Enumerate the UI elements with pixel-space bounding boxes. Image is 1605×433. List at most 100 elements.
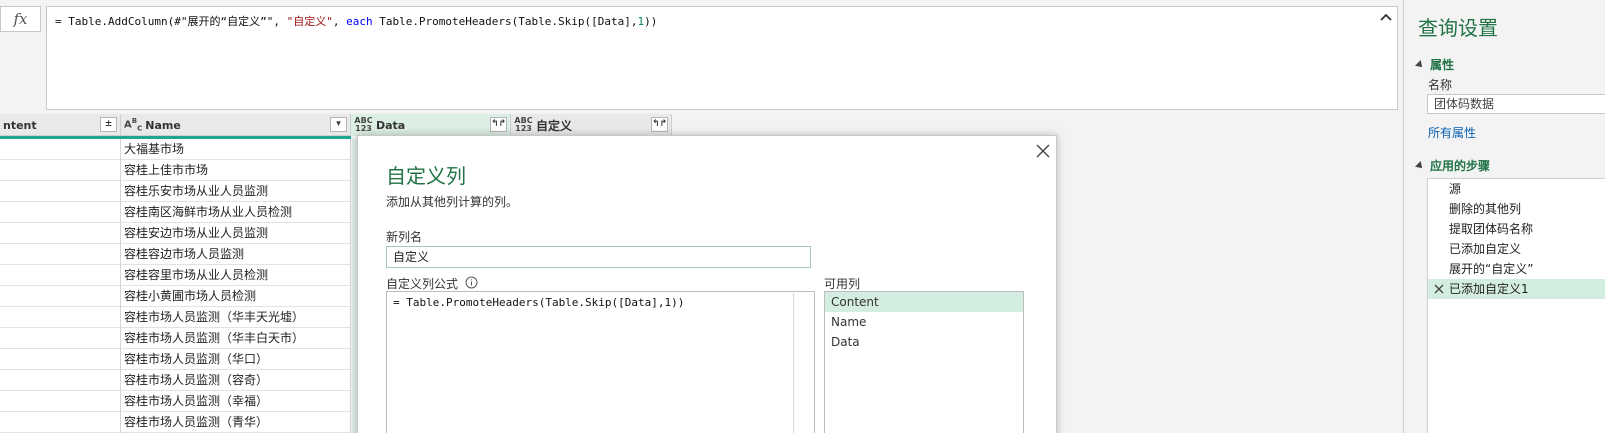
- delete-step-icon[interactable]: [1433, 283, 1445, 295]
- table-row[interactable]: 容桂市场人员监测（华丰白天市）: [0, 328, 351, 349]
- text-type-icon[interactable]: ABC: [124, 117, 142, 132]
- close-icon[interactable]: [1034, 142, 1052, 160]
- table-cell[interactable]: 容桂市场人员监测（幸福）: [121, 391, 351, 412]
- table-row[interactable]: 大福基市场: [0, 139, 351, 160]
- table-cell[interactable]: 容桂市场人员监测（华丰天光墟）: [121, 307, 351, 328]
- table-cell[interactable]: [0, 349, 121, 370]
- table-cell[interactable]: 容桂小黄圃市场人员检测: [121, 286, 351, 307]
- table-cell[interactable]: [0, 181, 121, 202]
- table-cell[interactable]: [0, 223, 121, 244]
- formula-token-string: "自定义": [286, 15, 333, 28]
- table-cell[interactable]: 容桂市场人员监测（华口）: [121, 349, 351, 370]
- collapse-triangle-icon[interactable]: [1415, 59, 1425, 70]
- table-cell[interactable]: [0, 286, 121, 307]
- expand-table-icon[interactable]: ±: [100, 117, 117, 132]
- applied-step[interactable]: 源: [1428, 179, 1605, 199]
- any-type-icon[interactable]: ABC 123: [354, 117, 373, 133]
- column-header-name[interactable]: ABC Name ▾: [121, 114, 351, 136]
- table-cell[interactable]: 容桂容边市场人员监测: [121, 244, 351, 265]
- formula-label: 自定义列公式: [386, 277, 459, 291]
- table-cell[interactable]: [0, 160, 121, 181]
- formula-token: = Table.AddColumn(#"展开的“自定义”",: [55, 15, 287, 28]
- applied-step[interactable]: 展开的“自定义”: [1428, 259, 1605, 279]
- column-header-label: 自定义: [536, 118, 573, 133]
- table-cell[interactable]: 容桂上佳市市场: [121, 160, 351, 181]
- table-row[interactable]: 容桂市场人员监测（华口）: [0, 349, 351, 370]
- table-cell[interactable]: 容桂南区海鲜市场从业人员检测: [121, 202, 351, 223]
- table-cell[interactable]: 大福基市场: [121, 139, 351, 160]
- table-cell[interactable]: 容桂市场人员监测（青华）: [121, 412, 351, 433]
- available-column-item[interactable]: Data: [825, 332, 1023, 352]
- new-column-name-input[interactable]: 自定义: [386, 246, 811, 268]
- applied-steps-list: 源 删除的其他列 提取团体码名称 已添加自定义 展开的“自定义” 已添加自定义1: [1427, 178, 1605, 433]
- table-cell[interactable]: 容桂安边市场从业人员监测: [121, 223, 351, 244]
- available-columns-label: 可用列: [824, 277, 861, 291]
- table-row[interactable]: 容桂市场人员监测（华丰天光墟）: [0, 307, 351, 328]
- table-cell[interactable]: [0, 391, 121, 412]
- formula-token-keyword: each: [346, 15, 373, 28]
- applied-steps-header-label: 应用的步骤: [1430, 159, 1491, 173]
- table-cell[interactable]: [0, 412, 121, 433]
- column-header-custom[interactable]: ABC 123 自定义 ↰↱: [511, 114, 672, 136]
- any-type-icon[interactable]: ABC 123: [514, 117, 533, 133]
- table-cell[interactable]: 容桂容里市场从业人员检测: [121, 265, 351, 286]
- table-row[interactable]: 容桂上佳市市场: [0, 160, 351, 181]
- fx-icon[interactable]: fx: [0, 6, 41, 32]
- table-cell[interactable]: [0, 202, 121, 223]
- available-column-item[interactable]: Content: [825, 292, 1023, 312]
- column-header-label: Name: [145, 118, 181, 132]
- info-icon[interactable]: [465, 276, 478, 289]
- table-row[interactable]: 容桂小黄圃市场人员检测: [0, 286, 351, 307]
- table-cell[interactable]: [0, 370, 121, 391]
- custom-column-dialog: 自定义列 添加从其他列计算的列。 新列名 自定义 自定义列公式 = Table.…: [357, 135, 1057, 433]
- table-cell[interactable]: [0, 307, 121, 328]
- table-row[interactable]: 容桂容里市场从业人员检测: [0, 265, 351, 286]
- grid-body: 大福基市场 容桂上佳市市场 容桂乐安市场从业人员监测 容桂南区海鲜市场从业人员检…: [0, 139, 351, 433]
- table-row[interactable]: 容桂安边市场从业人员监测: [0, 223, 351, 244]
- applied-step[interactable]: 删除的其他列: [1428, 199, 1605, 219]
- fx-label: fx: [13, 10, 28, 28]
- table-row[interactable]: 容桂市场人员监测（幸福）: [0, 391, 351, 412]
- table-row[interactable]: 容桂市场人员监测（容奇）: [0, 370, 351, 391]
- table-row[interactable]: 容桂南区海鲜市场从业人员检测: [0, 202, 351, 223]
- chevron-up-icon[interactable]: [1378, 10, 1394, 26]
- new-column-name-label: 新列名: [386, 230, 423, 244]
- dialog-subtitle: 添加从其他列计算的列。: [386, 195, 519, 209]
- available-column-item[interactable]: Name: [825, 312, 1023, 332]
- formula-token: )): [644, 15, 658, 28]
- grid-header: ntent ± ABC Name ▾ ABC 123 Data ↰↱ ABC 1…: [0, 114, 672, 136]
- expand-column-icon[interactable]: ↰↱: [490, 117, 507, 132]
- properties-section-header[interactable]: 属性: [1415, 56, 1455, 73]
- table-row[interactable]: 容桂市场人员监测（青华）: [0, 412, 351, 433]
- collapse-triangle-icon[interactable]: [1415, 160, 1425, 171]
- column-header-data[interactable]: ABC 123 Data ↰↱: [351, 114, 511, 136]
- applied-step[interactable]: 已添加自定义: [1428, 239, 1605, 259]
- formula-token: ,: [332, 15, 347, 28]
- expand-column-icon[interactable]: ↰↱: [651, 117, 668, 132]
- query-name-input[interactable]: 团体码数据: [1427, 94, 1605, 114]
- filter-dropdown-icon[interactable]: ▾: [330, 117, 347, 132]
- applied-steps-section-header[interactable]: 应用的步骤: [1415, 157, 1491, 174]
- applied-step[interactable]: 提取团体码名称: [1428, 219, 1605, 239]
- formula-bar[interactable]: = Table.AddColumn(#"展开的“自定义”", "自定义", ea…: [46, 6, 1398, 110]
- table-cell[interactable]: [0, 265, 121, 286]
- table-cell[interactable]: 容桂市场人员监测（华丰白天市）: [121, 328, 351, 349]
- formula-token: Table.PromoteHeaders(Table.Skip([Data],: [372, 15, 638, 28]
- query-settings-title: 查询设置: [1418, 16, 1498, 40]
- all-properties-link[interactable]: 所有属性: [1428, 124, 1476, 141]
- table-cell[interactable]: 容桂市场人员监测（容奇）: [121, 370, 351, 391]
- table-cell[interactable]: [0, 244, 121, 265]
- formula-scrollbar[interactable]: [793, 293, 794, 433]
- column-header-label: Data: [376, 118, 406, 132]
- table-cell[interactable]: 容桂乐安市场从业人员监测: [121, 181, 351, 202]
- column-header-content[interactable]: ntent ±: [0, 114, 121, 136]
- table-row[interactable]: 容桂乐安市场从业人员监测: [0, 181, 351, 202]
- table-row[interactable]: 容桂容边市场人员监测: [0, 244, 351, 265]
- applied-step-active[interactable]: 已添加自定义1: [1428, 279, 1605, 299]
- properties-header-label: 属性: [1430, 58, 1455, 72]
- available-columns-list: Content Name Data: [824, 291, 1024, 433]
- table-cell[interactable]: [0, 328, 121, 349]
- table-cell[interactable]: [0, 139, 121, 160]
- custom-formula-text: = Table.PromoteHeaders(Table.Skip([Data]…: [393, 296, 685, 309]
- custom-formula-input[interactable]: = Table.PromoteHeaders(Table.Skip([Data]…: [386, 291, 815, 433]
